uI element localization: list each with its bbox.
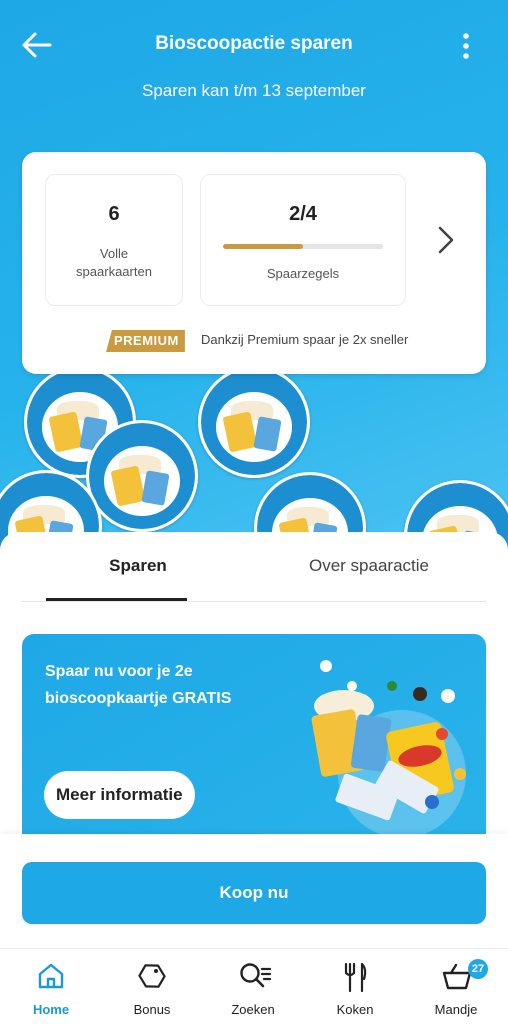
popcorn-candy-illustration xyxy=(311,660,466,838)
promo-banner: Spaar nu voor je 2e bioscoopkaartje GRAT… xyxy=(22,634,486,844)
full-cards-tile: 6 Volle spaarkaarten xyxy=(45,174,183,306)
basket-count-badge: 27 xyxy=(468,959,488,979)
premium-info: PREMIUM Dankzij Premium spaar je 2x snel… xyxy=(22,328,486,352)
premium-badge: PREMIUM xyxy=(106,330,185,352)
top-bar: Bioscoopactie sparen xyxy=(0,20,508,70)
tab-sparen[interactable]: Sparen xyxy=(68,556,208,576)
active-tab-indicator xyxy=(46,598,187,601)
full-cards-label: Volle spaarkaarten xyxy=(76,246,152,279)
nav-bonus-label: Bonus xyxy=(133,1002,171,1017)
stamp-image xyxy=(86,420,198,532)
nav-home-label: Home xyxy=(32,1002,70,1017)
cutlery-icon xyxy=(344,962,367,993)
more-options-button[interactable] xyxy=(458,32,474,62)
more-vertical-icon xyxy=(463,33,469,59)
stamps-progress-fill xyxy=(223,244,303,249)
nav-bonus[interactable]: Bonus xyxy=(102,949,202,1024)
home-icon xyxy=(38,963,64,989)
stamp-image xyxy=(198,366,310,478)
tab-over-spaaractie[interactable]: Over spaaractie xyxy=(285,556,453,576)
nav-search[interactable]: Zoeken xyxy=(203,949,303,1024)
chevron-right-icon xyxy=(438,226,454,254)
buy-now-button[interactable]: Koop nu xyxy=(22,862,486,924)
stamps-progress-bar xyxy=(223,244,383,249)
nav-cooking-label: Koken xyxy=(336,1002,374,1017)
stamps-tile: 2/4 Spaarzegels xyxy=(200,174,406,306)
nav-cooking[interactable]: Koken xyxy=(305,949,405,1024)
nav-basket-label: Mandje xyxy=(434,1002,478,1017)
premium-text: Dankzij Premium spaar je 2x sneller xyxy=(201,332,409,347)
summary-next-button[interactable] xyxy=(432,222,460,258)
search-icon xyxy=(240,963,272,988)
cta-container: Koop nu xyxy=(0,834,508,948)
savings-summary-card[interactable]: 6 Volle spaarkaarten 2/4 Spaarzegels PRE… xyxy=(22,152,486,374)
tab-bar: Sparen Over spaaractie xyxy=(22,532,486,602)
promo-text: Spaar nu voor je 2e bioscoopkaartje GRAT… xyxy=(45,663,232,707)
stamps-count: 2/4 xyxy=(289,203,317,225)
more-info-button[interactable]: Meer informatie xyxy=(44,771,195,819)
stamps-label: Spaarzegels xyxy=(266,266,340,281)
nav-home[interactable]: Home xyxy=(1,949,101,1024)
campaign-deadline: Sparen kan t/m 13 september xyxy=(142,81,366,100)
nav-search-label: Zoeken xyxy=(231,1002,275,1017)
bottom-navigation: Home Bonus Zoeken Koken 27 Mandje xyxy=(0,948,508,1024)
full-cards-count: 6 xyxy=(108,203,120,225)
nav-basket[interactable]: 27 Mandje xyxy=(406,949,506,1024)
page-title: Bioscoopactie sparen xyxy=(155,33,353,54)
bonus-tag-icon xyxy=(138,964,166,988)
